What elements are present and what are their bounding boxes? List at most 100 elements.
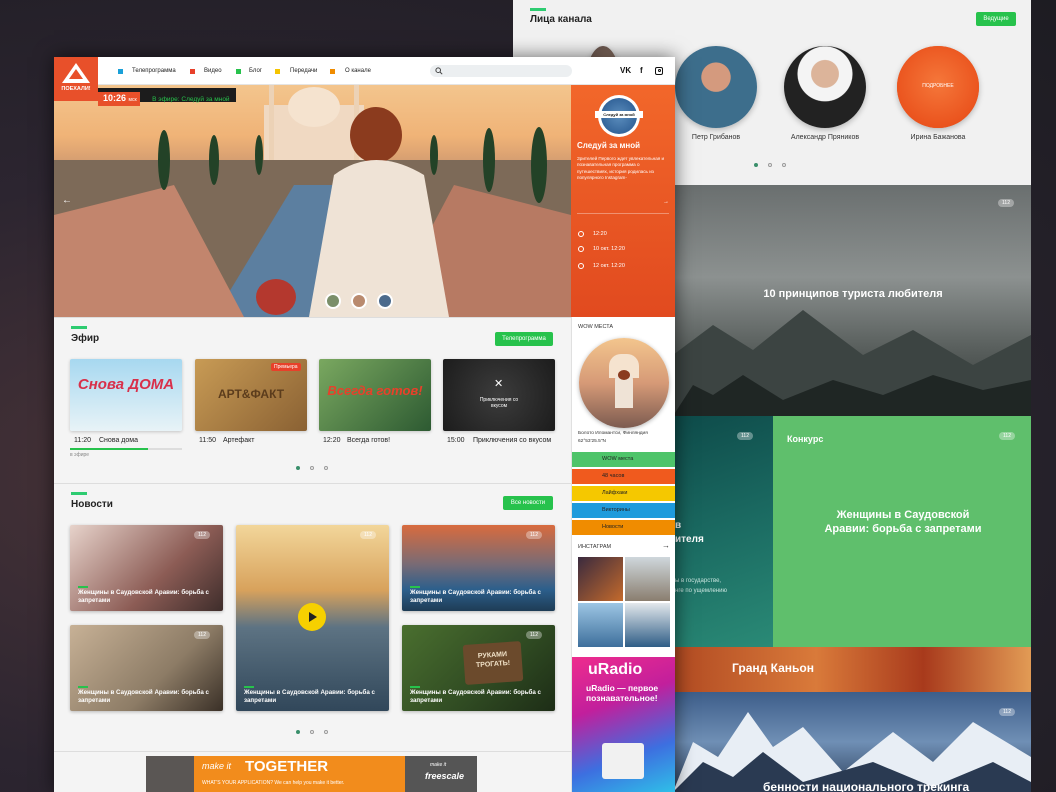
premiere-badge: Премьера — [271, 363, 301, 371]
news-section: Новости Все новости 112 Женщины в Саудов… — [54, 483, 571, 751]
pager-dot[interactable] — [310, 466, 314, 470]
tv-guide-button[interactable]: Телепрограмма — [495, 332, 553, 346]
show-badge[interactable]: Следуй за мной — [595, 95, 643, 137]
pager-dot[interactable] — [324, 466, 328, 470]
news-headline: Женщины в Саудовской Аравии: борьба с за… — [78, 589, 209, 604]
facebook-icon[interactable]: f — [640, 66, 643, 75]
pager-dot[interactable] — [296, 730, 300, 734]
views-badge: 112 — [194, 631, 210, 639]
uradio-logo: uRadio — [588, 661, 643, 678]
program-thumb[interactable]: Всегда готов! — [319, 359, 431, 431]
wow-coords: 62°53'25.5"N — [578, 439, 607, 444]
all-news-button[interactable]: Все новости — [503, 496, 553, 510]
instagram-photo[interactable] — [578, 557, 623, 601]
pager-dot[interactable] — [324, 730, 328, 734]
clock-icon — [578, 231, 584, 237]
timezone: мск — [128, 97, 137, 103]
tag-news[interactable]: Новости — [572, 520, 675, 535]
clock-icon — [578, 246, 584, 252]
slide-thumb[interactable] — [351, 293, 367, 309]
news-headline: Женщины в Саудовской Аравии: борьба с за… — [78, 689, 209, 704]
channel-logo[interactable]: ПОЕХАЛИ! — [54, 57, 98, 101]
program-thumb[interactable]: Снова ДОМА — [70, 359, 182, 431]
news-card[interactable]: 112 Женщины в Саудовской Аравии: борьба … — [402, 525, 555, 611]
avatar-alexander[interactable] — [784, 46, 866, 128]
section-accent — [71, 326, 87, 329]
program-name: Снова дома — [99, 437, 138, 444]
channel-faces-title: Лица канала — [530, 14, 592, 25]
program-art: АРТ&ФАКТ — [217, 387, 285, 401]
news-card[interactable]: 112 Женщины в Саудовской Аравии: борьба … — [70, 525, 223, 611]
pager-dot[interactable] — [310, 730, 314, 734]
nav-blog[interactable]: Блог — [249, 68, 262, 74]
air-time: 12:20 — [593, 231, 607, 237]
tag-quizzes[interactable]: Викторины — [572, 503, 675, 518]
slide-thumb[interactable] — [325, 293, 341, 309]
ad-subtext: WHAT'S YOUR APPLICATION? We can help you… — [202, 780, 345, 786]
pager-dot[interactable] — [754, 163, 758, 167]
progress-track — [70, 448, 182, 450]
wow-place-name: Болото Иломантси, Финляндия — [578, 431, 648, 436]
tourist-tile[interactable]: 112 10 принципов туриста любителя — [673, 185, 1031, 416]
efir-title: Эфир — [71, 333, 100, 344]
show-title: Следуй за мной — [577, 141, 641, 150]
program-name: Приключения со вкусом — [473, 437, 552, 444]
vk-icon[interactable]: VK — [620, 66, 631, 75]
nav-color-marker — [275, 69, 280, 74]
ad-banner[interactable]: make it TOGETHER WHAT'S YOUR APPLICATION… — [146, 756, 477, 792]
air-time: 12 окт. 12:20 — [593, 263, 625, 269]
trekking-tile[interactable]: 112 бенности национального трекинга — [673, 692, 1031, 792]
hosts-button[interactable]: Ведущие — [976, 12, 1016, 26]
arrow-right-icon[interactable]: → — [662, 541, 670, 550]
person-name: Ирина Бажанова — [910, 134, 966, 141]
teal-tile[interactable]: 112 в ителя ы в государстве, нге по ущем… — [673, 416, 773, 647]
pager-dot[interactable] — [782, 163, 786, 167]
program-thumb[interactable]: АРТ&ФАКТ Премьера — [195, 359, 307, 431]
avatar-petr[interactable] — [675, 46, 757, 128]
instagram-photo[interactable] — [625, 603, 670, 647]
news-headline: Женщины в Саудовской Аравии: борьба с за… — [244, 689, 375, 704]
nav-color-marker — [330, 69, 335, 74]
search-input[interactable] — [430, 65, 572, 77]
tag-wow[interactable]: WOW места — [572, 452, 675, 467]
instagram-photo[interactable] — [625, 557, 670, 601]
contest-label: Конкурс — [787, 434, 824, 444]
views-badge: 112 — [194, 531, 210, 539]
news-card[interactable]: 112 РУКАМИ ТРОГАТЬ! Женщины в Саудовской… — [402, 625, 555, 711]
play-button[interactable] — [298, 603, 326, 631]
slide-thumb[interactable] — [377, 293, 393, 309]
program-thumb[interactable]: Приключения со вкусом ✕ — [443, 359, 555, 431]
contest-tile[interactable]: Конкурс 112 Женщины в Саудовской Аравии:… — [773, 416, 1031, 647]
prev-arrow-icon[interactable]: ← — [62, 195, 72, 206]
mountain-silhouette — [673, 310, 1031, 416]
nav-about[interactable]: О канале — [345, 68, 371, 74]
tag-48-hours[interactable]: 48 часов — [572, 469, 675, 484]
mountain-silhouette — [673, 712, 1031, 792]
tile-title: бенности национального трекинга — [763, 780, 970, 792]
ad-headline: TOGETHER — [245, 758, 329, 775]
more-link[interactable]: ПОДРОБНЕЕ — [897, 83, 979, 89]
show-description: Зрителей Первого ждет увлекательная и по… — [577, 156, 665, 181]
instagram-photo[interactable] — [578, 603, 623, 647]
news-card-featured[interactable]: 112 Женщины в Саудовской Аравии: борьба … — [236, 525, 389, 711]
canyon-tile[interactable]: Гранд Каньон — [673, 647, 1031, 692]
nav-shows[interactable]: Передачи — [290, 68, 317, 74]
ad-brand: freescale — [425, 771, 465, 781]
wow-place-image[interactable] — [579, 338, 669, 428]
next-arrow-icon[interactable]: → — [577, 199, 669, 205]
pager-dot[interactable] — [296, 466, 300, 470]
avatar-irina[interactable]: ПОДРОБНЕЕ — [897, 46, 979, 128]
nav-color-marker — [118, 69, 123, 74]
books-icon — [602, 743, 644, 779]
nav-video[interactable]: Видео — [204, 68, 222, 74]
contest-title: Женщины в Саудовской Аравии: борьба с за… — [824, 509, 982, 535]
nav-tv-guide[interactable]: Телепрограмма — [132, 68, 176, 74]
hero-slider[interactable]: ← — [54, 85, 571, 317]
instagram-icon[interactable] — [655, 67, 663, 75]
news-card[interactable]: 112 Женщины в Саудовской Аравии: борьба … — [70, 625, 223, 711]
tag-lifehacks[interactable]: Лайфхаки — [572, 486, 675, 501]
on-air-bar[interactable]: 10:26 мск В эфире: Следуй за мной — [98, 88, 236, 106]
uradio-banner[interactable]: uRadio uRadio — первое познавательное! — [572, 657, 675, 792]
pager-dot[interactable] — [768, 163, 772, 167]
top-navigation-bar: Телепрограмма Видео Блог Передачи О кана… — [54, 57, 675, 85]
